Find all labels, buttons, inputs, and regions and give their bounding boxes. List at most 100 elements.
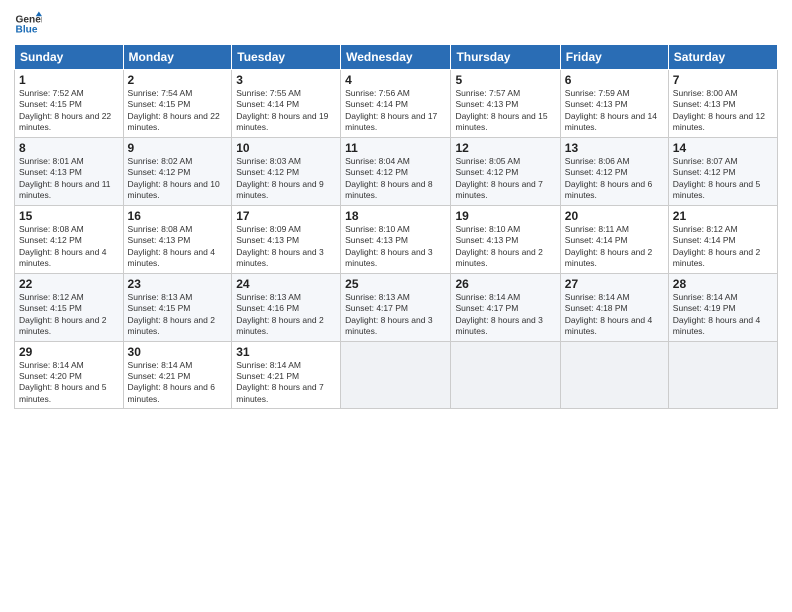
cell-info: Sunrise: 8:06 AM Sunset: 4:12 PM Dayligh… [565,156,664,202]
day-number: 27 [565,277,664,291]
table-row: 10 Sunrise: 8:03 AM Sunset: 4:12 PM Dayl… [232,137,341,205]
day-number: 25 [345,277,446,291]
calendar-week-row: 8 Sunrise: 8:01 AM Sunset: 4:13 PM Dayli… [15,137,778,205]
header-sunday: Sunday [15,45,124,70]
day-number: 29 [19,345,119,359]
day-number: 22 [19,277,119,291]
day-number: 21 [673,209,773,223]
table-row [451,341,560,409]
table-row [560,341,668,409]
table-row: 20 Sunrise: 8:11 AM Sunset: 4:14 PM Dayl… [560,205,668,273]
page: General Blue Sunday Monday Tuesday Wedne… [0,0,792,612]
table-row: 29 Sunrise: 8:14 AM Sunset: 4:20 PM Dayl… [15,341,124,409]
table-row: 1 Sunrise: 7:52 AM Sunset: 4:15 PM Dayli… [15,70,124,138]
cell-info: Sunrise: 8:01 AM Sunset: 4:13 PM Dayligh… [19,156,119,202]
svg-text:Blue: Blue [16,25,38,36]
day-number: 28 [673,277,773,291]
table-row: 26 Sunrise: 8:14 AM Sunset: 4:17 PM Dayl… [451,273,560,341]
cell-info: Sunrise: 7:52 AM Sunset: 4:15 PM Dayligh… [19,88,119,134]
table-row: 3 Sunrise: 7:55 AM Sunset: 4:14 PM Dayli… [232,70,341,138]
table-row: 21 Sunrise: 8:12 AM Sunset: 4:14 PM Dayl… [668,205,777,273]
table-row: 8 Sunrise: 8:01 AM Sunset: 4:13 PM Dayli… [15,137,124,205]
cell-info: Sunrise: 8:14 AM Sunset: 4:20 PM Dayligh… [19,360,119,406]
cell-info: Sunrise: 8:14 AM Sunset: 4:17 PM Dayligh… [455,292,555,338]
calendar-table: Sunday Monday Tuesday Wednesday Thursday… [14,44,778,409]
header-saturday: Saturday [668,45,777,70]
cell-info: Sunrise: 8:02 AM Sunset: 4:12 PM Dayligh… [128,156,228,202]
header-thursday: Thursday [451,45,560,70]
day-number: 15 [19,209,119,223]
day-number: 10 [236,141,336,155]
cell-info: Sunrise: 7:54 AM Sunset: 4:15 PM Dayligh… [128,88,228,134]
table-row: 5 Sunrise: 7:57 AM Sunset: 4:13 PM Dayli… [451,70,560,138]
header: General Blue [14,10,778,38]
table-row: 4 Sunrise: 7:56 AM Sunset: 4:14 PM Dayli… [341,70,451,138]
weekday-header-row: Sunday Monday Tuesday Wednesday Thursday… [15,45,778,70]
header-monday: Monday [123,45,232,70]
cell-info: Sunrise: 8:05 AM Sunset: 4:12 PM Dayligh… [455,156,555,202]
table-row: 18 Sunrise: 8:10 AM Sunset: 4:13 PM Dayl… [341,205,451,273]
day-number: 2 [128,73,228,87]
cell-info: Sunrise: 8:08 AM Sunset: 4:12 PM Dayligh… [19,224,119,270]
table-row: 17 Sunrise: 8:09 AM Sunset: 4:13 PM Dayl… [232,205,341,273]
day-number: 16 [128,209,228,223]
table-row [341,341,451,409]
cell-info: Sunrise: 8:07 AM Sunset: 4:12 PM Dayligh… [673,156,773,202]
day-number: 31 [236,345,336,359]
cell-info: Sunrise: 8:03 AM Sunset: 4:12 PM Dayligh… [236,156,336,202]
cell-info: Sunrise: 7:57 AM Sunset: 4:13 PM Dayligh… [455,88,555,134]
cell-info: Sunrise: 8:14 AM Sunset: 4:19 PM Dayligh… [673,292,773,338]
table-row: 11 Sunrise: 8:04 AM Sunset: 4:12 PM Dayl… [341,137,451,205]
cell-info: Sunrise: 8:12 AM Sunset: 4:14 PM Dayligh… [673,224,773,270]
day-number: 7 [673,73,773,87]
day-number: 24 [236,277,336,291]
day-number: 5 [455,73,555,87]
calendar-week-row: 22 Sunrise: 8:12 AM Sunset: 4:15 PM Dayl… [15,273,778,341]
cell-info: Sunrise: 8:13 AM Sunset: 4:17 PM Dayligh… [345,292,446,338]
table-row: 13 Sunrise: 8:06 AM Sunset: 4:12 PM Dayl… [560,137,668,205]
table-row: 9 Sunrise: 8:02 AM Sunset: 4:12 PM Dayli… [123,137,232,205]
cell-info: Sunrise: 8:13 AM Sunset: 4:16 PM Dayligh… [236,292,336,338]
table-row: 24 Sunrise: 8:13 AM Sunset: 4:16 PM Dayl… [232,273,341,341]
cell-info: Sunrise: 8:10 AM Sunset: 4:13 PM Dayligh… [345,224,446,270]
table-row: 27 Sunrise: 8:14 AM Sunset: 4:18 PM Dayl… [560,273,668,341]
cell-info: Sunrise: 8:12 AM Sunset: 4:15 PM Dayligh… [19,292,119,338]
calendar-week-row: 29 Sunrise: 8:14 AM Sunset: 4:20 PM Dayl… [15,341,778,409]
logo-icon: General Blue [14,10,42,38]
table-row: 7 Sunrise: 8:00 AM Sunset: 4:13 PM Dayli… [668,70,777,138]
day-number: 12 [455,141,555,155]
table-row: 25 Sunrise: 8:13 AM Sunset: 4:17 PM Dayl… [341,273,451,341]
cell-info: Sunrise: 8:10 AM Sunset: 4:13 PM Dayligh… [455,224,555,270]
day-number: 13 [565,141,664,155]
table-row: 15 Sunrise: 8:08 AM Sunset: 4:12 PM Dayl… [15,205,124,273]
cell-info: Sunrise: 7:56 AM Sunset: 4:14 PM Dayligh… [345,88,446,134]
cell-info: Sunrise: 8:00 AM Sunset: 4:13 PM Dayligh… [673,88,773,134]
table-row: 12 Sunrise: 8:05 AM Sunset: 4:12 PM Dayl… [451,137,560,205]
cell-info: Sunrise: 8:09 AM Sunset: 4:13 PM Dayligh… [236,224,336,270]
table-row: 6 Sunrise: 7:59 AM Sunset: 4:13 PM Dayli… [560,70,668,138]
cell-info: Sunrise: 8:13 AM Sunset: 4:15 PM Dayligh… [128,292,228,338]
cell-info: Sunrise: 8:08 AM Sunset: 4:13 PM Dayligh… [128,224,228,270]
table-row: 28 Sunrise: 8:14 AM Sunset: 4:19 PM Dayl… [668,273,777,341]
day-number: 9 [128,141,228,155]
cell-info: Sunrise: 8:04 AM Sunset: 4:12 PM Dayligh… [345,156,446,202]
table-row: 14 Sunrise: 8:07 AM Sunset: 4:12 PM Dayl… [668,137,777,205]
day-number: 14 [673,141,773,155]
table-row: 16 Sunrise: 8:08 AM Sunset: 4:13 PM Dayl… [123,205,232,273]
logo: General Blue [14,10,42,38]
calendar-week-row: 1 Sunrise: 7:52 AM Sunset: 4:15 PM Dayli… [15,70,778,138]
header-wednesday: Wednesday [341,45,451,70]
table-row: 31 Sunrise: 8:14 AM Sunset: 4:21 PM Dayl… [232,341,341,409]
header-friday: Friday [560,45,668,70]
table-row: 22 Sunrise: 8:12 AM Sunset: 4:15 PM Dayl… [15,273,124,341]
day-number: 11 [345,141,446,155]
cell-info: Sunrise: 8:14 AM Sunset: 4:21 PM Dayligh… [128,360,228,406]
day-number: 30 [128,345,228,359]
day-number: 4 [345,73,446,87]
day-number: 17 [236,209,336,223]
day-number: 18 [345,209,446,223]
table-row: 23 Sunrise: 8:13 AM Sunset: 4:15 PM Dayl… [123,273,232,341]
table-row: 30 Sunrise: 8:14 AM Sunset: 4:21 PM Dayl… [123,341,232,409]
day-number: 19 [455,209,555,223]
cell-info: Sunrise: 8:14 AM Sunset: 4:18 PM Dayligh… [565,292,664,338]
